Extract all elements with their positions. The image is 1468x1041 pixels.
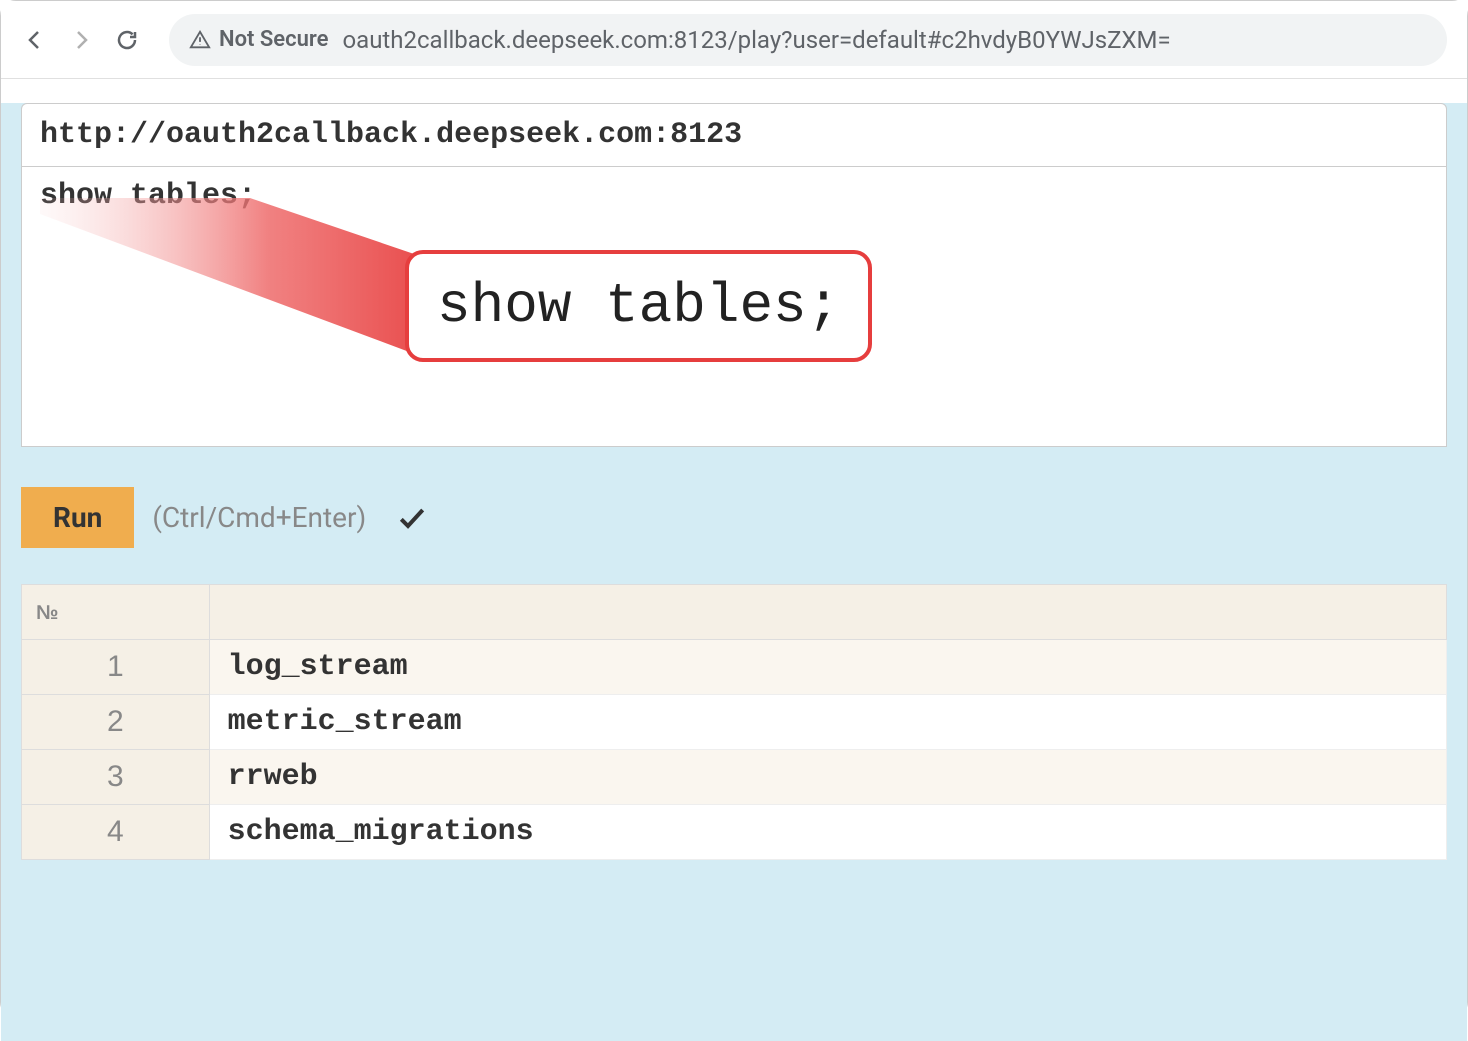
reload-icon[interactable]	[113, 26, 141, 54]
table-cell-name: metric_stream	[209, 695, 1446, 750]
table-row[interactable]: 2metric_stream	[22, 695, 1447, 750]
table-cell-name: rrweb	[209, 750, 1446, 805]
check-icon	[396, 502, 428, 534]
table-row[interactable]: 4schema_migrations	[22, 805, 1447, 860]
query-editor[interactable]: show tables;	[21, 167, 1447, 447]
page-content: http://oauth2callback.deepseek.com:8123 …	[1, 103, 1467, 1041]
address-bar[interactable]: Not Secure oauth2callback.deepseek.com:8…	[169, 14, 1447, 66]
browser-toolbar: Not Secure oauth2callback.deepseek.com:8…	[1, 1, 1467, 79]
run-button[interactable]: Run	[21, 487, 134, 548]
table-row[interactable]: 3rrweb	[22, 750, 1447, 805]
server-url-input[interactable]: http://oauth2callback.deepseek.com:8123	[21, 103, 1447, 167]
url-text: oauth2callback.deepseek.com:8123/play?us…	[342, 26, 1170, 54]
shortcut-hint: (Ctrl/Cmd+Enter)	[152, 501, 366, 534]
row-number: 4	[22, 805, 210, 860]
run-bar: Run (Ctrl/Cmd+Enter)	[21, 479, 1447, 556]
row-number: 3	[22, 750, 210, 805]
name-header	[209, 585, 1446, 640]
table-row[interactable]: 1log_stream	[22, 640, 1447, 695]
query-text: show tables;	[40, 179, 256, 213]
not-secure-label: Not Secure	[219, 27, 328, 52]
row-number: 1	[22, 640, 210, 695]
back-icon[interactable]	[21, 26, 49, 54]
row-number: 2	[22, 695, 210, 750]
results-table: № 1log_stream2metric_stream3rrweb4schema…	[21, 584, 1447, 860]
table-cell-name: schema_migrations	[209, 805, 1446, 860]
row-number-header: №	[22, 585, 210, 640]
forward-icon[interactable]	[67, 26, 95, 54]
not-secure-badge[interactable]: Not Secure	[189, 27, 328, 52]
table-cell-name: log_stream	[209, 640, 1446, 695]
